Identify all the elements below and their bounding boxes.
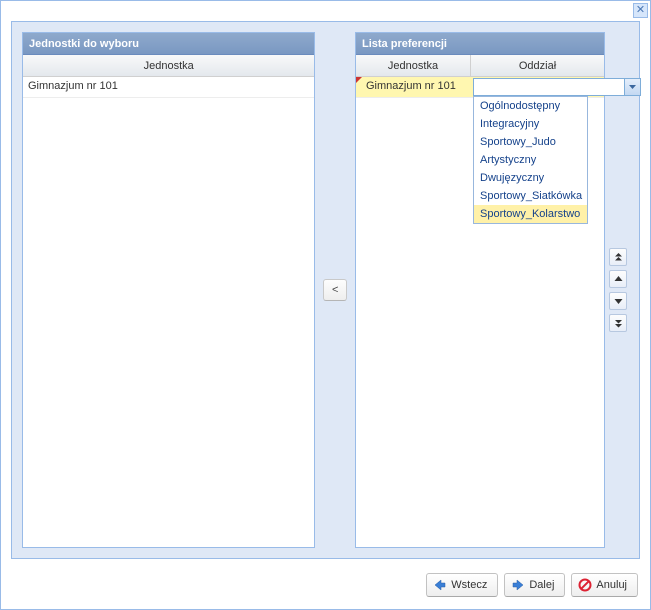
dropdown-option[interactable]: Integracyjny (474, 115, 587, 133)
next-label: Dalej (529, 579, 554, 591)
dropdown-option[interactable]: Dwujęzyczny (474, 169, 587, 187)
cancel-icon (578, 578, 592, 592)
preferences-dialog: ✕ Jednostki do wyboru Jednostka Gimnazju… (0, 0, 651, 610)
dialog-footer: Wstecz Dalej Anuluj (426, 573, 638, 597)
back-button[interactable]: Wstecz (426, 573, 498, 597)
table-row[interactable]: Gimnazjum nr 101 (23, 77, 314, 98)
unit-cell: Gimnazjum nr 101 (356, 77, 471, 97)
move-up-button[interactable] (609, 270, 627, 288)
arrow-right-icon (511, 578, 525, 592)
dropdown-option[interactable]: Artystyczny (474, 151, 587, 169)
preferences-title: Lista preferencji (356, 33, 604, 55)
arrow-up-icon (614, 276, 623, 283)
double-arrow-down-icon (614, 319, 623, 328)
double-arrow-up-icon (614, 253, 623, 262)
column-header-dept[interactable]: Oddział (471, 55, 604, 76)
available-units-title: Jednostki do wyboru (23, 33, 314, 55)
dropdown-option[interactable]: Sportowy_Judo (474, 133, 587, 151)
cancel-button[interactable]: Anuluj (571, 573, 638, 597)
dropdown-option[interactable]: Sportowy_Kolarstwo (474, 205, 587, 223)
move-down-button[interactable] (609, 292, 627, 310)
move-bottom-button[interactable] (609, 314, 627, 332)
available-units-panel: Jednostki do wyboru Jednostka Gimnazjum … (22, 32, 315, 548)
cancel-label: Anuluj (596, 579, 627, 591)
dirty-indicator-icon (356, 77, 362, 83)
arrow-down-icon (614, 298, 623, 305)
close-icon[interactable]: ✕ (633, 3, 648, 18)
dept-cell: Ogólnodostępny Integracyjny Sportowy_Jud… (471, 77, 643, 97)
dialog-body: Jednostki do wyboru Jednostka Gimnazjum … (11, 21, 640, 559)
available-units-body: Gimnazjum nr 101 (23, 77, 314, 547)
preferences-panel: Lista preferencji Jednostka Oddział Gimn… (355, 32, 605, 548)
transfer-column: < (315, 32, 355, 548)
reorder-buttons (609, 32, 629, 548)
next-button[interactable]: Dalej (504, 573, 565, 597)
chevron-down-icon[interactable] (624, 78, 641, 96)
unit-name: Gimnazjum nr 101 (366, 80, 456, 92)
dropdown-option[interactable]: Sportowy_Siatkówka (474, 187, 587, 205)
table-row[interactable]: Gimnazjum nr 101 Ogólnodostępny (356, 77, 604, 98)
dept-combobox[interactable]: Ogólnodostępny Integracyjny Sportowy_Jud… (473, 78, 641, 96)
dropdown-option[interactable]: Ogólnodostępny (474, 97, 587, 115)
preferences-body: Gimnazjum nr 101 Ogólnodostępny (356, 77, 604, 547)
available-units-header: Jednostka (23, 55, 314, 77)
dept-dropdown: Ogólnodostępny Integracyjny Sportowy_Jud… (473, 96, 588, 224)
dept-input[interactable] (473, 78, 624, 96)
column-header-unit[interactable]: Jednostka (23, 55, 314, 76)
preferences-header: Jednostka Oddział (356, 55, 604, 77)
arrow-left-icon (433, 578, 447, 592)
back-label: Wstecz (451, 579, 487, 591)
move-left-button[interactable]: < (323, 279, 347, 301)
column-header-unit[interactable]: Jednostka (356, 55, 471, 76)
unit-cell: Gimnazjum nr 101 (23, 77, 314, 97)
move-top-button[interactable] (609, 248, 627, 266)
